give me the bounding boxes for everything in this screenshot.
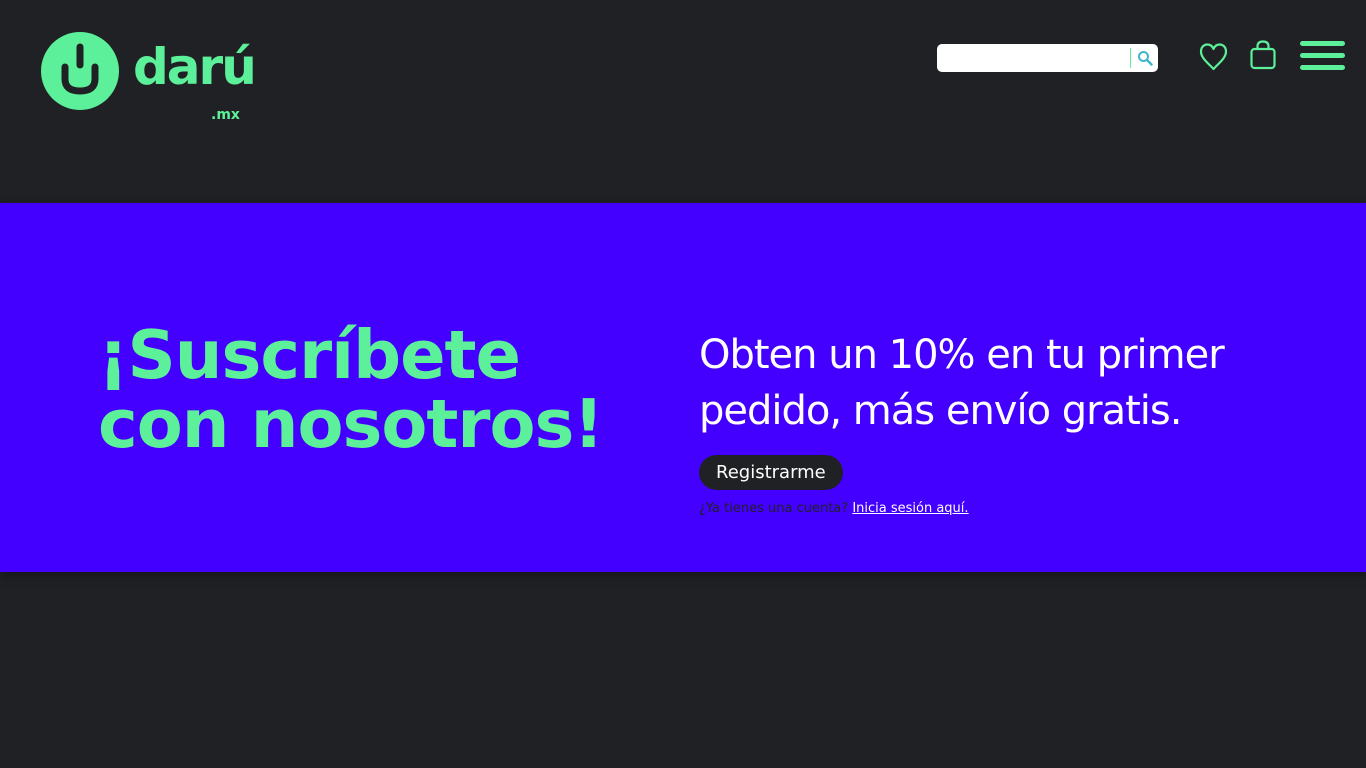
logo-mark-icon <box>41 32 119 110</box>
login-link[interactable]: Inicia sesión aquí. <box>852 501 968 516</box>
site-header: darú .mx <box>0 0 1366 203</box>
subscribe-banner: ¡Suscríbete con nosotros! Obten un 10% e… <box>0 203 1366 572</box>
search-input[interactable] <box>943 47 1129 69</box>
headline-line-2: con nosotros! <box>98 385 604 463</box>
register-button[interactable]: Registrarme <box>699 455 843 490</box>
shopping-bag-icon[interactable] <box>1249 40 1277 71</box>
daru-logo[interactable]: darú .mx <box>41 31 257 131</box>
offer-line-1: Obten un 10% en tu primer <box>699 332 1225 378</box>
login-question: ¿Ya tienes una cuenta? <box>699 501 849 516</box>
subscribe-headline: ¡Suscríbete con nosotros! <box>98 321 658 459</box>
heart-icon[interactable] <box>1199 42 1228 72</box>
logo-tld: .mx <box>211 107 240 123</box>
login-prompt: ¿Ya tienes una cuenta? Inicia sesión aqu… <box>699 501 969 517</box>
offer-text: Obten un 10% en tu primer pedido, más en… <box>699 327 1319 439</box>
offer-line-2: pedido, más envío gratis. <box>699 388 1182 434</box>
search-icon[interactable] <box>1137 50 1153 66</box>
hamburger-menu-icon[interactable] <box>1300 41 1346 71</box>
search-divider <box>1130 48 1131 68</box>
headline-line-1: ¡Suscríbete <box>98 316 521 394</box>
logo-wordmark: darú <box>133 38 257 96</box>
search-box <box>937 44 1158 72</box>
